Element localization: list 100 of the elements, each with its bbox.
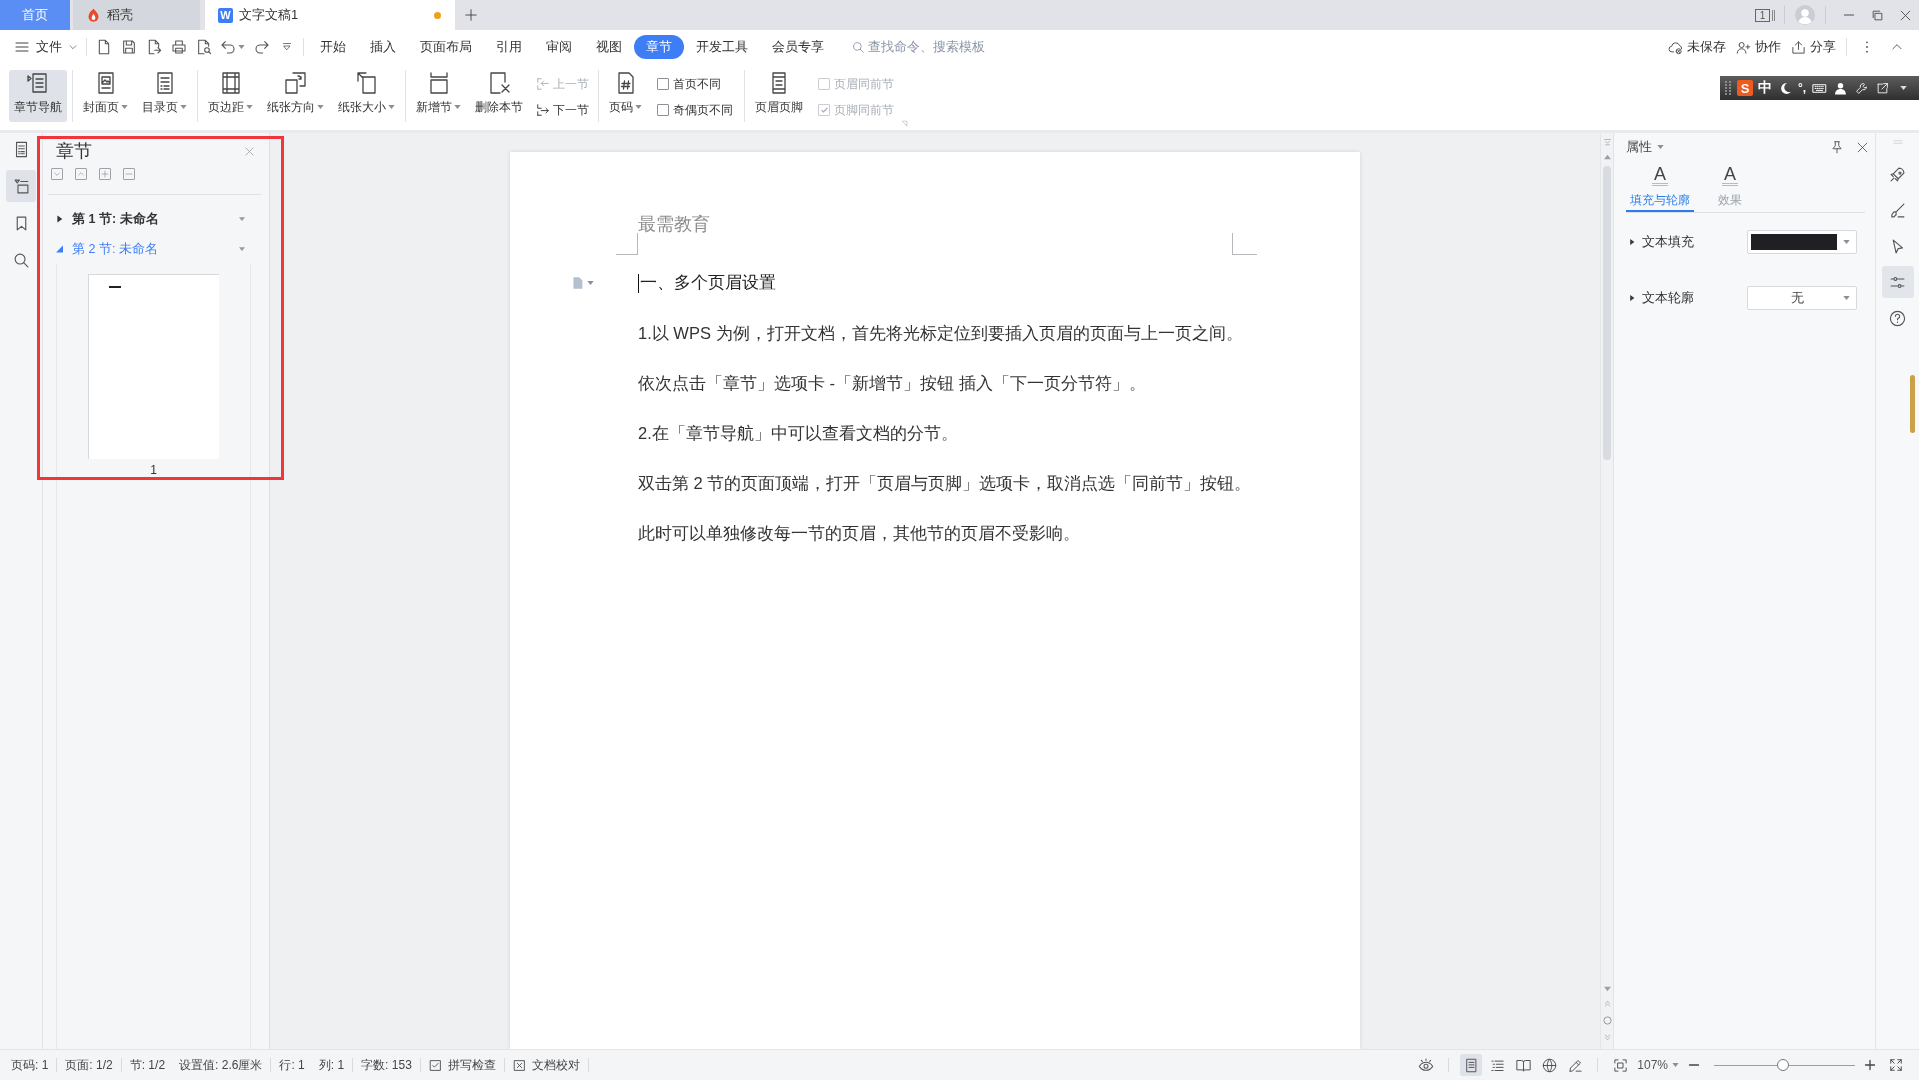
checkbox[interactable] — [657, 78, 669, 90]
property-label[interactable]: 文本轮廓 — [1642, 289, 1694, 307]
docer-tab[interactable]: 稻壳 — [73, 0, 200, 30]
paragraph-handle-button[interactable] — [571, 275, 594, 291]
browse-object-button[interactable] — [1602, 1015, 1612, 1026]
app-logo: W — [218, 7, 233, 23]
page-thumbnail[interactable] — [88, 274, 219, 459]
ribbon-tab[interactable]: 视图 — [584, 35, 634, 59]
fullscreen-icon — [1889, 1058, 1903, 1072]
flame-logo-icon — [86, 7, 101, 23]
chevron-down-button[interactable] — [51, 168, 63, 180]
new-section-button[interactable]: 新增节 — [411, 70, 466, 122]
delete-section-icon — [487, 71, 511, 95]
minus-icon — [125, 170, 133, 178]
book-icon — [1515, 1057, 1531, 1073]
search-field[interactable]: 查找命令、搜索模板 — [868, 36, 1008, 58]
status-text: 列: 1 — [318, 1056, 345, 1074]
chevron-up-button[interactable] — [75, 168, 87, 180]
person-plus-icon — [1736, 39, 1751, 55]
ribbon-tab[interactable]: 页面布局 — [408, 35, 484, 59]
scrollbar-thumb[interactable] — [1603, 166, 1611, 460]
help-icon — [1889, 309, 1906, 327]
color-dropdown[interactable] — [1747, 230, 1857, 254]
checkbox-label[interactable]: 奇偶页不同 — [673, 101, 733, 119]
expand-triangle-icon — [1629, 238, 1635, 246]
cover-page-button[interactable]: 封面页 — [78, 70, 133, 122]
side-scroll-thumb[interactable] — [1910, 375, 1915, 433]
chapter-nav-button[interactable] — [6, 170, 36, 202]
contents-page-button[interactable]: 目录页 — [137, 70, 192, 122]
section-item[interactable]: 第 1 节: 未命名 — [43, 204, 269, 234]
page-number-button[interactable]: 页码 — [604, 70, 647, 122]
section-item[interactable]: 第 2 节: 未命名 — [43, 234, 269, 264]
ribbon-tab[interactable]: 章节 — [634, 35, 684, 59]
caret-icon — [1899, 86, 1907, 90]
close-icon — [243, 145, 255, 157]
collapse-button[interactable] — [1602, 137, 1612, 148]
page-view-button[interactable] — [1460, 1054, 1483, 1076]
caret-icon — [1843, 296, 1850, 300]
next-section-button[interactable]: 下一节 — [532, 97, 593, 123]
plus-button[interactable] — [99, 168, 111, 180]
margin-corner-mark — [1232, 233, 1257, 255]
panel-title-menu[interactable]: 属性 — [1626, 138, 1664, 156]
status-text: 页面: 1/2 — [65, 1056, 113, 1074]
checkbox-label[interactable]: 首页不同 — [673, 75, 721, 93]
header-footer-button[interactable]: 页眉页脚 — [750, 70, 808, 122]
status-text: 节: 1/2 — [129, 1056, 166, 1074]
ribbon-tab[interactable]: 开始 — [308, 35, 358, 59]
section-nav-button[interactable]: 章节导航 — [9, 70, 67, 122]
checkbox[interactable] — [657, 104, 669, 116]
spell-check-button[interactable]: 拼写检查 — [428, 1056, 496, 1074]
file-menu-button[interactable]: 文件 — [10, 34, 82, 60]
property-label[interactable]: 文本填充 — [1642, 233, 1694, 251]
page-header-text: 最需教育 — [638, 213, 711, 236]
pen-icon — [1567, 1057, 1583, 1073]
paper-size-button[interactable]: 纸张大小 — [333, 70, 400, 122]
ribbon-tab[interactable]: 插入 — [358, 35, 408, 59]
panel-tab[interactable]: A 效果 — [1696, 161, 1764, 212]
panel-tab[interactable]: A 填充与轮廓 — [1626, 161, 1694, 212]
customize-icon — [280, 41, 293, 53]
zoom-level-button[interactable]: 107% — [1637, 1058, 1679, 1072]
collaborate-button[interactable]: 协作 — [1736, 35, 1781, 59]
ribbon-tab[interactable]: 引用 — [484, 35, 534, 59]
margin-corner-mark — [616, 233, 638, 255]
plus-icon — [101, 170, 109, 178]
rocket-icon — [1889, 165, 1906, 183]
prev-section-icon — [536, 77, 550, 91]
circle-icon — [1602, 1016, 1612, 1025]
caret-icon — [1672, 1063, 1679, 1067]
margins-button[interactable]: 页边距 — [203, 70, 258, 122]
ribbon-tab[interactable]: 开发工具 — [684, 35, 760, 59]
undo-icon — [220, 39, 236, 55]
document-tab[interactable]: W 文字文稿1 — [205, 0, 455, 30]
status-text: 设置值: 2.6厘米 — [179, 1056, 263, 1074]
minus-button[interactable] — [123, 168, 135, 180]
ribbon-tab[interactable]: 审阅 — [534, 35, 584, 59]
document-heading: 一、多个页眉设置 — [640, 272, 776, 294]
orientation-button[interactable]: 纸张方向 — [262, 70, 329, 122]
ribbon-tab[interactable]: 会员专享 — [760, 35, 836, 59]
zoom-in-button[interactable] — [1862, 1057, 1878, 1073]
share-button[interactable]: 分享 — [1791, 35, 1836, 59]
double-down-icon — [1602, 1033, 1612, 1042]
delete-section-button[interactable]: 删除本节 — [470, 70, 528, 122]
document-paragraph: 双击第 2 节的页面顶端，打开「页眉与页脚」选项卡，取消点选「同前节」按钮。 — [638, 473, 1252, 494]
search-icon — [852, 40, 865, 54]
select-dropdown[interactable]: 无 — [1747, 286, 1857, 310]
punctuation-button[interactable]: °, — [1798, 78, 1807, 98]
close-button[interactable] — [1855, 140, 1869, 154]
pin-button[interactable] — [1830, 140, 1844, 154]
tick-icon — [819, 105, 829, 115]
proofread-button[interactable]: 文档校对 — [512, 1056, 580, 1074]
x-box-icon — [512, 1058, 526, 1072]
plus-icon — [464, 8, 478, 22]
preview-icon — [195, 39, 212, 55]
save-status-button[interactable]: 未保存 — [1668, 35, 1726, 59]
status-text: 行: 1 — [279, 1056, 305, 1074]
zoom-slider-thumb[interactable] — [1777, 1059, 1790, 1071]
fit-icon — [1612, 1057, 1628, 1073]
fullscreen-button[interactable] — [1888, 1057, 1904, 1073]
properties-button[interactable] — [1881, 266, 1914, 298]
ime-mode-button[interactable]: 中 — [1758, 78, 1772, 98]
